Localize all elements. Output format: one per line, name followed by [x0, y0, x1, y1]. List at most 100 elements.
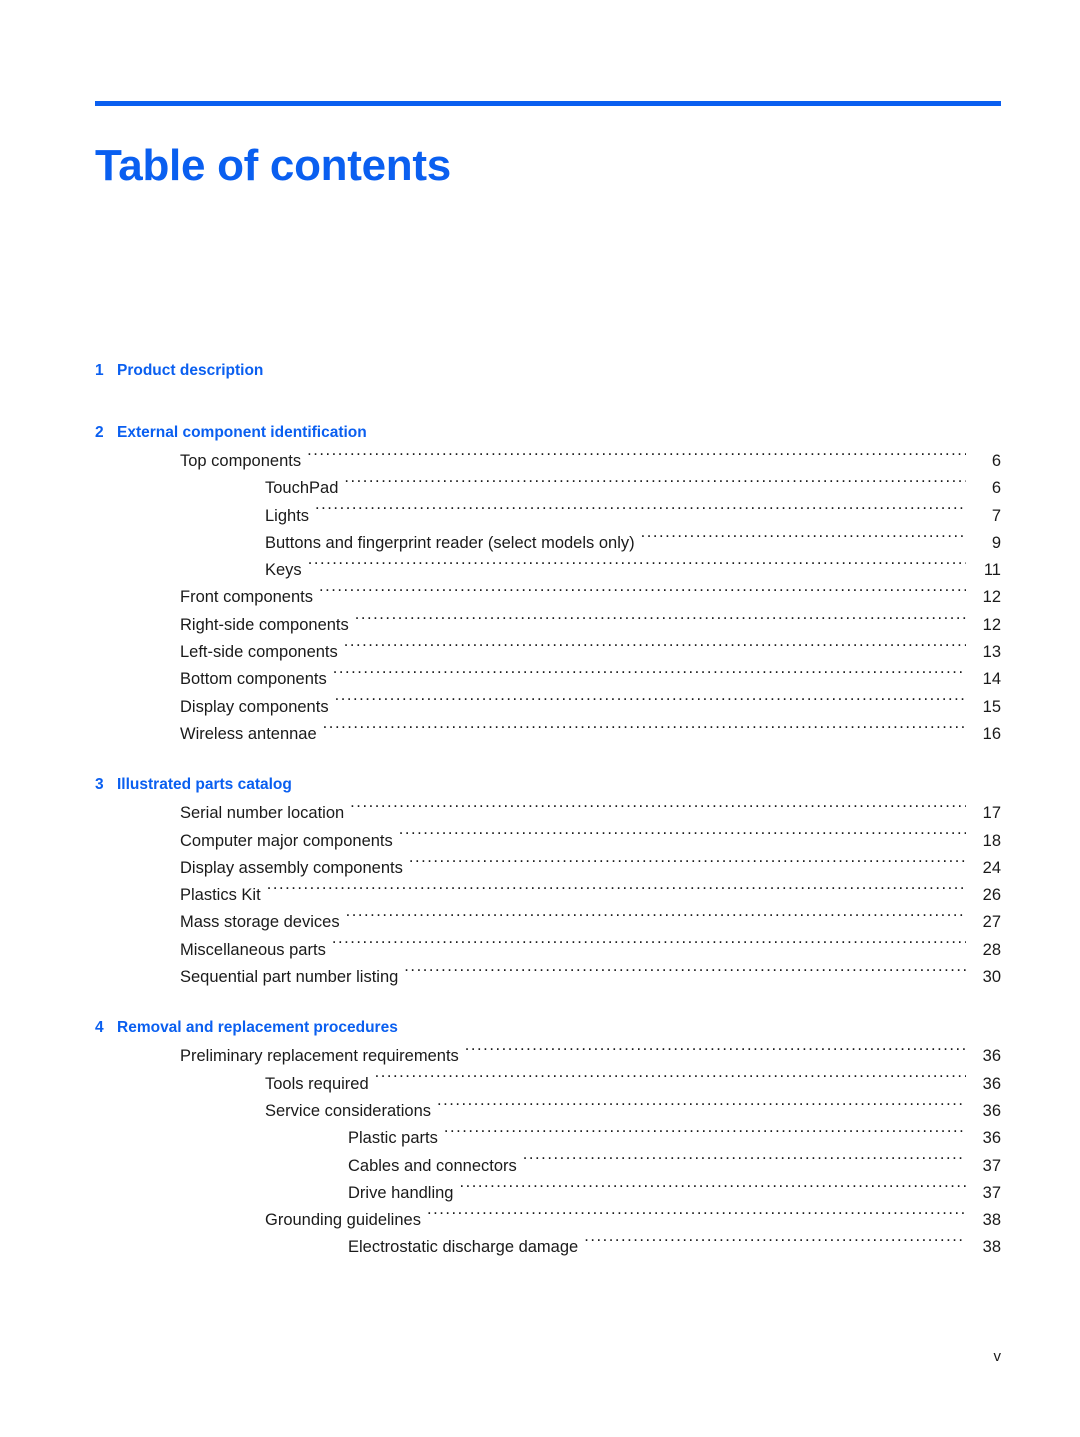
toc-entry[interactable]: Service considerations 36: [95, 1098, 1001, 1125]
toc-entry[interactable]: Sequential part number listing 30: [95, 964, 1001, 991]
toc-chapter-heading[interactable]: 4 Removal and replacement procedures: [95, 1019, 1001, 1043]
toc-entry-page-number: 26: [982, 886, 1001, 905]
toc-entry[interactable]: Left-side components 13: [95, 639, 1001, 666]
toc-entry[interactable]: Top components 6: [95, 448, 1001, 475]
toc-entry-label: Computer major components: [180, 831, 393, 850]
toc-entry-page-number: 6: [991, 452, 1001, 470]
toc-dot-leader: [465, 1045, 966, 1062]
toc-entry-label: Front components: [180, 588, 313, 607]
toc-entry-page-number: 16: [982, 724, 1001, 743]
toc-entry-label: Electrostatic discharge damage: [348, 1238, 579, 1257]
toc-entry[interactable]: Plastics Kit 26: [95, 882, 1001, 909]
toc-chapter-spacer: [95, 991, 1001, 1019]
toc-entry-page-number: 38: [982, 1211, 1001, 1230]
toc-entry[interactable]: Display components 15: [95, 694, 1001, 721]
toc-dot-leader: [437, 1099, 966, 1116]
toc-entry-page-number: 12: [982, 615, 1001, 634]
toc-entry[interactable]: Wireless antennae 16: [95, 721, 1001, 748]
toc-entry[interactable]: Bottom components 14: [95, 666, 1001, 693]
toc-dot-leader: [350, 802, 966, 819]
toc-entry[interactable]: Drive handling 37: [95, 1180, 1001, 1207]
toc-entry-label: Left-side components: [180, 643, 338, 662]
toc-entry-page-number: 14: [982, 670, 1001, 689]
toc-chapter-spacer: [95, 1262, 1001, 1290]
toc-dot-leader: [459, 1181, 966, 1198]
toc-entry-page-number: 36: [982, 1074, 1001, 1093]
toc-entry-label: Mass storage devices: [180, 913, 340, 932]
toc-chapter-spacer: [95, 748, 1001, 776]
toc-entry[interactable]: Tools required 36: [95, 1071, 1001, 1098]
toc-entry[interactable]: Lights 7: [95, 503, 1001, 530]
toc-dot-leader: [344, 641, 966, 658]
table-of-contents: 1 Product description 2 External component …: [95, 362, 1001, 1290]
toc-entry[interactable]: Mass storage devices 27: [95, 909, 1001, 936]
toc-entry-page-number: 9: [991, 533, 1001, 552]
toc-entry[interactable]: Right-side components 12: [95, 612, 1001, 639]
toc-entry[interactable]: Front components 12: [95, 584, 1001, 611]
toc-entry-page-number: 24: [982, 858, 1001, 877]
toc-entry-label: Top components: [180, 452, 302, 470]
toc-chapter-title: Illustrated parts catalog: [117, 776, 292, 794]
toc-chapter-title: Product description: [117, 362, 264, 379]
toc-entry[interactable]: Computer major components 18: [95, 828, 1001, 855]
toc-entry[interactable]: Cables and connectors 37: [95, 1153, 1001, 1180]
toc-entry[interactable]: Grounding guidelines 38: [95, 1207, 1001, 1234]
toc-entry-label: Sequential part number listing: [180, 968, 399, 987]
toc-entry-page-number: 36: [982, 1101, 1001, 1120]
toc-dot-leader: [319, 586, 966, 603]
toc-chapter: 1 Product description: [95, 362, 1001, 424]
toc-chapter: 2 External component identification Top co…: [95, 424, 1001, 776]
toc-entry-label: Right-side components: [180, 615, 349, 634]
toc-dot-leader: [523, 1154, 966, 1171]
toc-entry-label: Preliminary replacement requirements: [180, 1047, 459, 1066]
toc-entry[interactable]: Plastic parts 36: [95, 1125, 1001, 1152]
toc-entry[interactable]: Serial number location 17: [95, 800, 1001, 827]
toc-dot-leader: [335, 695, 966, 712]
toc-chapter-heading[interactable]: 3 Illustrated parts catalog: [95, 776, 1001, 800]
toc-chapter-heading[interactable]: 1 Product description: [95, 362, 1001, 386]
toc-chapter: 4 Removal and replacement procedures Preli…: [95, 1019, 1001, 1289]
toc-entry-page-number: 37: [982, 1183, 1001, 1202]
toc-entry-page-number: 38: [982, 1238, 1001, 1257]
toc-chapter-spacer: [95, 386, 1001, 424]
toc-entry-page-number: 11: [983, 561, 1001, 580]
page-number-footer: v: [993, 1348, 1002, 1365]
toc-entry-page-number: 12: [982, 588, 1001, 607]
toc-chapter-title: Removal and replacement procedures: [117, 1019, 398, 1037]
toc-entry[interactable]: Buttons and fingerprint reader (select m…: [95, 530, 1001, 557]
toc-dot-leader: [307, 450, 966, 467]
toc-dot-leader: [315, 504, 966, 521]
toc-dot-leader: [355, 613, 966, 630]
toc-dot-leader: [399, 829, 966, 846]
toc-entry-page-number: 30: [982, 968, 1001, 987]
toc-entry-label: Bottom components: [180, 670, 327, 689]
toc-entry[interactable]: Preliminary replacement requirements 36: [95, 1043, 1001, 1070]
toc-entry-label: Keys: [265, 561, 302, 580]
toc-entry[interactable]: Electrostatic discharge damage 38: [95, 1234, 1001, 1261]
toc-dot-leader: [404, 966, 966, 983]
toc-entry-page-number: 28: [982, 940, 1001, 959]
toc-entry-page-number: 17: [982, 804, 1001, 823]
toc-entry-label: Cables and connectors: [348, 1156, 517, 1175]
toc-entry-label: Grounding guidelines: [265, 1211, 421, 1230]
toc-dot-leader: [346, 911, 966, 928]
toc-entry-label: Lights: [265, 506, 310, 525]
toc-entry-label: Drive handling: [348, 1183, 454, 1202]
toc-entry[interactable]: TouchPad 6: [95, 475, 1001, 502]
toc-entry-label: Service considerations: [265, 1101, 431, 1120]
toc-entry-page-number: 37: [982, 1156, 1001, 1175]
toc-chapter-heading[interactable]: 2 External component identification: [95, 424, 1001, 448]
toc-entry[interactable]: Display assembly components 24: [95, 855, 1001, 882]
toc-dot-leader: [375, 1072, 966, 1089]
toc-entry[interactable]: Keys 11: [95, 557, 1001, 584]
toc-entry-page-number: 18: [982, 831, 1001, 850]
title-rule: [95, 101, 1001, 106]
toc-entry-label: Serial number location: [180, 804, 345, 823]
toc-entry-label: Miscellaneous parts: [180, 940, 326, 959]
toc-dot-leader: [332, 938, 966, 955]
toc-entry-page-number: 27: [982, 913, 1001, 932]
toc-dot-leader: [344, 477, 966, 494]
toc-chapter-number: 2: [95, 424, 104, 441]
toc-entry-page-number: 7: [991, 506, 1001, 525]
toc-entry[interactable]: Miscellaneous parts 28: [95, 937, 1001, 964]
